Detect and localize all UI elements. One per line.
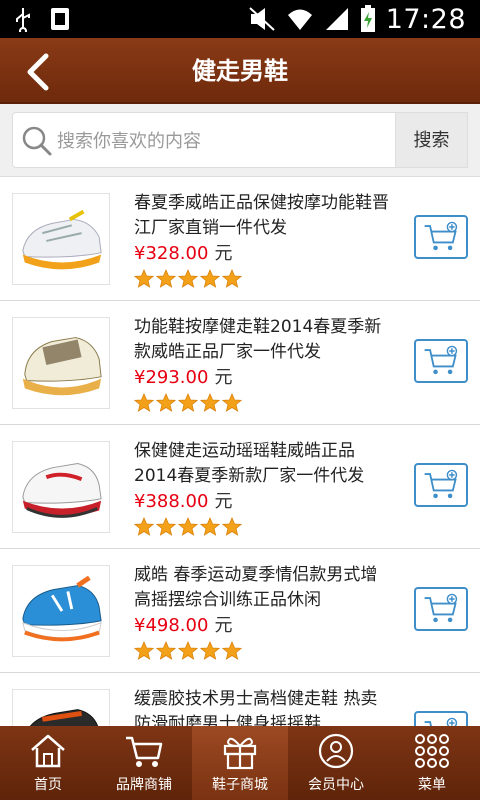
tab-shoe-mall[interactable]: 鞋子商城 bbox=[192, 726, 288, 800]
product-title: 春夏季威皓正品保健按摩功能鞋晋江厂家直销一件代发 bbox=[134, 193, 389, 238]
search-box bbox=[12, 112, 396, 169]
tab-brand-shops[interactable]: 品牌商铺 bbox=[96, 726, 192, 800]
grid-icon bbox=[415, 734, 449, 768]
product-item[interactable]: 威皓 春季运动夏季情侣款男式增高摇摆综合训练正品休闲 ¥498.00 元 bbox=[0, 549, 480, 673]
price-row: ¥498.00 元 bbox=[134, 611, 232, 637]
price-unit: 元 bbox=[214, 491, 233, 512]
star-icon bbox=[134, 641, 154, 660]
signal-icon bbox=[325, 8, 348, 30]
product-thumbnail bbox=[12, 565, 110, 657]
star-icon bbox=[200, 393, 220, 412]
rating-stars bbox=[134, 393, 242, 413]
product-item[interactable]: 缓震胶技术男士高档健走鞋 热卖防滑耐磨男士健身摇摇鞋 bbox=[0, 673, 480, 726]
user-icon bbox=[318, 733, 354, 769]
tab-home[interactable]: 首页 bbox=[0, 726, 96, 800]
add-to-cart-button[interactable] bbox=[414, 215, 468, 259]
search-bar: 搜索 bbox=[0, 104, 480, 176]
add-to-cart-button[interactable] bbox=[414, 587, 468, 631]
tab-label: 品牌商铺 bbox=[116, 777, 172, 793]
tab-label: 会员中心 bbox=[308, 777, 364, 793]
search-input[interactable] bbox=[57, 113, 387, 169]
product-title: 威皓 春季运动夏季情侣款男式增高摇摆综合训练正品休闲 bbox=[134, 565, 378, 610]
add-to-cart-button[interactable] bbox=[414, 339, 468, 383]
product-item[interactable]: 春夏季威皓正品保健按摩功能鞋晋江厂家直销一件代发 ¥328.00 元 bbox=[0, 177, 480, 301]
product-price: ¥328.00 bbox=[134, 243, 209, 264]
product-title: 保健健走运动瑶瑶鞋威皓正品2014春夏季新款厂家一件代发 bbox=[134, 441, 365, 486]
home-icon bbox=[31, 734, 65, 768]
status-bar: 17:28 bbox=[0, 0, 480, 38]
rating-stars bbox=[134, 269, 242, 289]
wifi-icon bbox=[287, 9, 312, 30]
star-icon bbox=[178, 641, 198, 660]
sim-alert-icon bbox=[51, 8, 69, 30]
star-icon bbox=[134, 517, 154, 536]
star-icon bbox=[200, 517, 220, 536]
star-icon bbox=[222, 641, 242, 660]
tab-label: 首页 bbox=[34, 777, 62, 793]
tab-menu[interactable]: 菜单 bbox=[384, 726, 480, 800]
cart-icon bbox=[126, 736, 163, 767]
product-thumbnail bbox=[12, 689, 110, 726]
star-icon bbox=[178, 269, 198, 288]
product-price: ¥498.00 bbox=[134, 615, 209, 636]
tab-member-center[interactable]: 会员中心 bbox=[288, 726, 384, 800]
price-unit: 元 bbox=[214, 367, 233, 388]
star-icon bbox=[200, 269, 220, 288]
tab-label: 鞋子商城 bbox=[212, 777, 268, 793]
add-to-cart-button[interactable] bbox=[414, 463, 468, 507]
star-icon bbox=[156, 393, 176, 412]
star-icon bbox=[222, 517, 242, 536]
status-time: 17:28 bbox=[385, 3, 466, 35]
usb-icon bbox=[16, 8, 30, 32]
star-icon bbox=[156, 641, 176, 660]
star-icon bbox=[200, 641, 220, 660]
star-icon bbox=[222, 393, 242, 412]
star-icon bbox=[178, 393, 198, 412]
product-thumbnail bbox=[12, 193, 110, 285]
product-price: ¥388.00 bbox=[134, 491, 209, 512]
rating-stars bbox=[134, 641, 242, 661]
rating-stars bbox=[134, 517, 242, 537]
price-row: ¥293.00 元 bbox=[134, 363, 232, 389]
product-title: 缓震胶技术男士高档健走鞋 热卖防滑耐磨男士健身摇摇鞋 bbox=[134, 689, 378, 726]
star-icon bbox=[156, 269, 176, 288]
product-title: 功能鞋按摩健走鞋2014春夏季新款威皓正品厂家一件代发 bbox=[134, 317, 382, 362]
page-title: 健走男鞋 bbox=[192, 57, 288, 85]
product-thumbnail bbox=[12, 317, 110, 409]
mute-icon bbox=[249, 7, 275, 31]
product-item[interactable]: 保健健走运动瑶瑶鞋威皓正品2014春夏季新款厂家一件代发 ¥388.00 元 bbox=[0, 425, 480, 549]
search-button[interactable]: 搜索 bbox=[396, 112, 468, 168]
battery-icon bbox=[360, 5, 375, 32]
product-thumbnail bbox=[12, 441, 110, 533]
price-row: ¥388.00 元 bbox=[134, 487, 232, 513]
price-unit: 元 bbox=[214, 615, 233, 636]
price-row: ¥328.00 元 bbox=[134, 239, 232, 265]
star-icon bbox=[156, 517, 176, 536]
add-to-cart-button[interactable] bbox=[414, 711, 468, 726]
title-bar: 健走男鞋 bbox=[0, 38, 480, 104]
product-price: ¥293.00 bbox=[134, 367, 209, 388]
price-unit: 元 bbox=[214, 243, 233, 264]
gift-icon bbox=[223, 737, 257, 770]
star-icon bbox=[222, 269, 242, 288]
product-item[interactable]: 功能鞋按摩健走鞋2014春夏季新款威皓正品厂家一件代发 ¥293.00 元 bbox=[0, 301, 480, 425]
star-icon bbox=[134, 393, 154, 412]
star-icon bbox=[134, 269, 154, 288]
star-icon bbox=[178, 517, 198, 536]
tab-label: 菜单 bbox=[418, 777, 446, 793]
product-list: 春夏季威皓正品保健按摩功能鞋晋江厂家直销一件代发 ¥328.00 元 功能鞋按摩健… bbox=[0, 176, 480, 726]
bottom-tab-bar: 首页 品牌商铺 鞋子商城 会员中心 菜单 bbox=[0, 726, 480, 800]
search-icon bbox=[22, 126, 52, 156]
